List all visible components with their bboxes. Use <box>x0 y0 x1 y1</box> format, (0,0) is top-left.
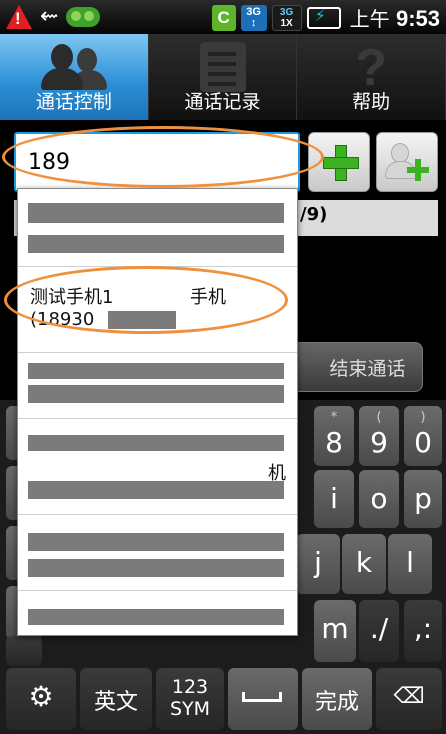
redacted-number <box>28 235 284 253</box>
highlight-search-ellipse <box>2 126 324 188</box>
end-call-button[interactable]: 结束通话 <box>282 342 423 392</box>
contact-suggestions: 测试手机1 手机 (18930 机 <box>17 188 298 636</box>
key-m[interactable]: m <box>314 600 356 662</box>
plus-icon <box>323 145 359 181</box>
key[interactable] <box>6 636 42 666</box>
key-period-slash[interactable]: ./ <box>359 600 399 662</box>
list-item[interactable]: 机 <box>18 419 297 515</box>
key-p[interactable]: p <box>404 470 442 528</box>
key-comma-colon[interactable]: ,: <box>404 600 442 662</box>
highlight-contact-ellipse <box>4 266 288 334</box>
redacted-name <box>28 533 284 551</box>
list-item[interactable] <box>18 515 297 591</box>
key-9[interactable]: (9 <box>359 406 399 466</box>
notepad-icon <box>199 42 246 92</box>
people-icon <box>39 42 109 90</box>
status-bar: ! ⇜ C 3G↕ 3G1X 上午 9:53 <box>0 0 446 34</box>
key-l[interactable]: l <box>388 534 432 594</box>
tab-call-log[interactable]: 通话记录 <box>148 34 298 120</box>
tab-bar: 通话控制 通话记录 ? 帮助 <box>0 34 446 120</box>
symbols-key[interactable]: 123 SYM <box>156 668 224 730</box>
contact-count: /9) <box>300 204 328 225</box>
list-item[interactable] <box>18 353 297 419</box>
app-badge-icon: C <box>211 4 236 31</box>
tab-label: 通话控制 <box>35 91 112 113</box>
backspace-icon: ⌫ <box>393 684 425 709</box>
redacted-name <box>28 609 284 625</box>
redacted-number <box>28 559 284 577</box>
space-key[interactable] <box>228 668 298 730</box>
list-item[interactable] <box>18 591 297 635</box>
network-3g-icon: 3G ↕ <box>240 4 267 31</box>
usb-icon: ⇜ <box>40 4 59 29</box>
warning-icon: ! <box>6 4 32 29</box>
key-i[interactable]: i <box>314 470 354 528</box>
redacted-name <box>28 363 284 379</box>
signal-1x-icon: 3G 1X <box>271 4 302 31</box>
redacted-number <box>28 385 284 403</box>
redacted-number <box>28 481 284 499</box>
add-person-icon <box>407 159 429 181</box>
redacted-name <box>28 435 284 451</box>
key-0[interactable]: ) 0 <box>404 406 442 466</box>
gear-icon: ⚙ <box>28 680 54 713</box>
key-j[interactable]: j <box>296 534 340 594</box>
tab-call-control[interactable]: 通话控制 <box>0 34 149 120</box>
done-key[interactable]: 完成 <box>302 668 372 730</box>
key-8[interactable]: * 8 <box>314 406 354 466</box>
list-item[interactable] <box>18 189 297 267</box>
redacted-name <box>28 203 284 223</box>
add-contact-button[interactable] <box>376 132 438 192</box>
pea-icon <box>66 6 101 27</box>
delete-key[interactable]: ⌫ <box>376 668 442 730</box>
tab-label: 帮助 <box>352 91 391 113</box>
clock: 上午 9:53 <box>349 6 440 31</box>
settings-key[interactable]: ⚙ <box>6 668 76 730</box>
key-o[interactable]: o <box>359 470 399 528</box>
battery-charging-icon <box>306 6 341 29</box>
language-key[interactable]: 英文 <box>80 668 152 730</box>
space-icon <box>242 692 282 702</box>
tab-label: 通话记录 <box>184 91 261 113</box>
key-k[interactable]: k <box>342 534 386 594</box>
tab-help[interactable]: ? 帮助 <box>297 34 446 120</box>
